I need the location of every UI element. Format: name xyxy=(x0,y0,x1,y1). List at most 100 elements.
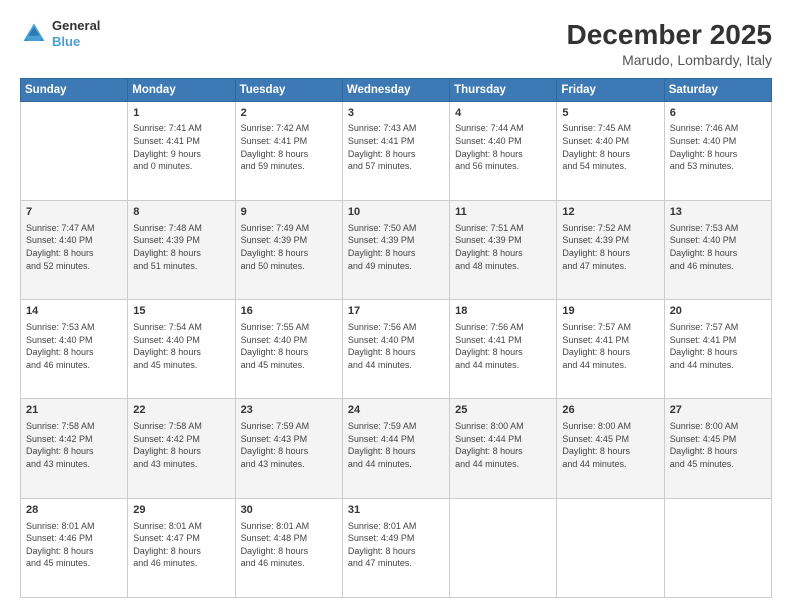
day-cell: 19Sunrise: 7:57 AMSunset: 4:41 PMDayligh… xyxy=(557,300,664,399)
day-number: 21 xyxy=(26,403,122,418)
day-info: Sunrise: 7:49 AMSunset: 4:39 PMDaylight:… xyxy=(241,222,337,272)
day-cell: 11 Sunrise: 7:51 AMSunset: 4:39 PMDayligh… xyxy=(450,200,557,299)
day-cell: 26 Sunrise: 8:00 AMSunset: 4:45 PMDayligh… xyxy=(557,399,664,498)
day-cell: 8Sunrise: 7:48 AMSunset: 4:39 PMDaylight… xyxy=(128,200,235,299)
day-info: Sunrise: 7:56 AMSunset: 4:40 PMDaylight:… xyxy=(348,321,444,371)
day-number: 10 xyxy=(348,205,444,220)
calendar-body: 1Sunrise: 7:41 AMSunset: 4:41 PMDaylight… xyxy=(21,101,772,597)
day-number: 17 xyxy=(348,304,444,319)
column-header-friday: Friday xyxy=(557,78,664,101)
day-info: Sunrise: 8:01 AMSunset: 4:48 PMDaylight:… xyxy=(241,520,337,570)
day-cell: 17 Sunrise: 7:56 AMSunset: 4:40 PMDayligh… xyxy=(342,300,449,399)
week-row-3: 14 Sunrise: 7:53 AMSunset: 4:40 PMDayligh… xyxy=(21,300,772,399)
day-cell: 15 Sunrise: 7:54 AMSunset: 4:40 PMDayligh… xyxy=(128,300,235,399)
day-cell: 31 Sunrise: 8:01 AMSunset: 4:49 PMDayligh… xyxy=(342,498,449,597)
day-info: Sunrise: 8:00 AMSunset: 4:44 PMDaylight:… xyxy=(455,420,551,470)
day-info: Sunrise: 7:43 AMSunset: 4:41 PMDaylight:… xyxy=(348,122,444,172)
week-row-5: 28 Sunrise: 8:01 AMSunset: 4:46 PMDayligh… xyxy=(21,498,772,597)
day-info: Sunrise: 8:01 AMSunset: 4:46 PMDaylight:… xyxy=(26,520,122,570)
day-number: 2 xyxy=(241,106,337,121)
logo-line1: General xyxy=(52,18,100,34)
page: General Blue December 2025 Marudo, Lomba… xyxy=(0,0,792,612)
day-info: Sunrise: 7:51 AMSunset: 4:39 PMDaylight:… xyxy=(455,222,551,272)
day-cell: 7Sunrise: 7:47 AMSunset: 4:40 PMDaylight… xyxy=(21,200,128,299)
day-number: 26 xyxy=(562,403,658,418)
column-header-tuesday: Tuesday xyxy=(235,78,342,101)
day-info: Sunrise: 7:46 AMSunset: 4:40 PMDaylight:… xyxy=(670,122,766,172)
day-number: 28 xyxy=(26,503,122,518)
day-number: 15 xyxy=(133,304,229,319)
day-cell: 22 Sunrise: 7:58 AMSunset: 4:42 PMDayligh… xyxy=(128,399,235,498)
day-number: 14 xyxy=(26,304,122,319)
day-cell: 4Sunrise: 7:44 AMSunset: 4:40 PMDaylight… xyxy=(450,101,557,200)
day-number: 19 xyxy=(562,304,658,319)
day-number: 12 xyxy=(562,205,658,220)
logo: General Blue xyxy=(20,18,100,49)
day-cell: 29 Sunrise: 8:01 AMSunset: 4:47 PMDayligh… xyxy=(128,498,235,597)
main-title: December 2025 xyxy=(567,18,772,52)
day-info: Sunrise: 7:59 AMSunset: 4:44 PMDaylight:… xyxy=(348,420,444,470)
day-number: 3 xyxy=(348,106,444,121)
day-info: Sunrise: 7:55 AMSunset: 4:40 PMDaylight:… xyxy=(241,321,337,371)
day-cell: 2Sunrise: 7:42 AMSunset: 4:41 PMDaylight… xyxy=(235,101,342,200)
day-cell: 9 Sunrise: 7:49 AMSunset: 4:39 PMDaylight… xyxy=(235,200,342,299)
day-info: Sunrise: 7:44 AMSunset: 4:40 PMDaylight:… xyxy=(455,122,551,172)
day-number: 16 xyxy=(241,304,337,319)
week-row-4: 21 Sunrise: 7:58 AMSunset: 4:42 PMDayligh… xyxy=(21,399,772,498)
day-number: 27 xyxy=(670,403,766,418)
day-info: Sunrise: 7:52 AMSunset: 4:39 PMDaylight:… xyxy=(562,222,658,272)
day-info: Sunrise: 7:54 AMSunset: 4:40 PMDaylight:… xyxy=(133,321,229,371)
day-cell: 6Sunrise: 7:46 AMSunset: 4:40 PMDaylight… xyxy=(664,101,771,200)
day-cell: 12 Sunrise: 7:52 AMSunset: 4:39 PMDayligh… xyxy=(557,200,664,299)
logo-text: General Blue xyxy=(52,18,100,49)
day-cell: 23 Sunrise: 7:59 AMSunset: 4:43 PMDayligh… xyxy=(235,399,342,498)
day-number: 5 xyxy=(562,106,658,121)
day-info: Sunrise: 8:01 AMSunset: 4:47 PMDaylight:… xyxy=(133,520,229,570)
day-cell: 24 Sunrise: 7:59 AMSunset: 4:44 PMDayligh… xyxy=(342,399,449,498)
day-number: 7 xyxy=(26,205,122,220)
day-number: 9 xyxy=(241,205,337,220)
week-row-1: 1Sunrise: 7:41 AMSunset: 4:41 PMDaylight… xyxy=(21,101,772,200)
day-number: 11 xyxy=(455,205,551,220)
day-cell: 18 Sunrise: 7:56 AMSunset: 4:41 PMDayligh… xyxy=(450,300,557,399)
title-block: December 2025 Marudo, Lombardy, Italy xyxy=(567,18,772,68)
day-number: 20 xyxy=(670,304,766,319)
day-info: Sunrise: 7:58 AMSunset: 4:42 PMDaylight:… xyxy=(133,420,229,470)
header: General Blue December 2025 Marudo, Lomba… xyxy=(20,18,772,68)
day-info: Sunrise: 7:53 AMSunset: 4:40 PMDaylight:… xyxy=(26,321,122,371)
day-number: 25 xyxy=(455,403,551,418)
day-number: 8 xyxy=(133,205,229,220)
day-cell: 5Sunrise: 7:45 AMSunset: 4:40 PMDaylight… xyxy=(557,101,664,200)
day-number: 4 xyxy=(455,106,551,121)
day-info: Sunrise: 7:41 AMSunset: 4:41 PMDaylight:… xyxy=(133,122,229,172)
day-cell: 16 Sunrise: 7:55 AMSunset: 4:40 PMDayligh… xyxy=(235,300,342,399)
day-cell: 13Sunrise: 7:53 AMSunset: 4:40 PMDayligh… xyxy=(664,200,771,299)
day-number: 24 xyxy=(348,403,444,418)
day-number: 22 xyxy=(133,403,229,418)
logo-line2: Blue xyxy=(52,34,100,50)
day-cell: 10 Sunrise: 7:50 AMSunset: 4:39 PMDayligh… xyxy=(342,200,449,299)
day-info: Sunrise: 8:00 AMSunset: 4:45 PMDaylight:… xyxy=(562,420,658,470)
day-cell: 3Sunrise: 7:43 AMSunset: 4:41 PMDaylight… xyxy=(342,101,449,200)
day-number: 31 xyxy=(348,503,444,518)
week-row-2: 7Sunrise: 7:47 AMSunset: 4:40 PMDaylight… xyxy=(21,200,772,299)
day-info: Sunrise: 7:50 AMSunset: 4:39 PMDaylight:… xyxy=(348,222,444,272)
day-cell: 14 Sunrise: 7:53 AMSunset: 4:40 PMDayligh… xyxy=(21,300,128,399)
day-cell: 25 Sunrise: 8:00 AMSunset: 4:44 PMDayligh… xyxy=(450,399,557,498)
day-info: Sunrise: 7:45 AMSunset: 4:40 PMDaylight:… xyxy=(562,122,658,172)
day-number: 23 xyxy=(241,403,337,418)
day-info: Sunrise: 8:01 AMSunset: 4:49 PMDaylight:… xyxy=(348,520,444,570)
day-number: 6 xyxy=(670,106,766,121)
day-info: Sunrise: 7:56 AMSunset: 4:41 PMDaylight:… xyxy=(455,321,551,371)
day-cell: 30 Sunrise: 8:01 AMSunset: 4:48 PMDayligh… xyxy=(235,498,342,597)
day-info: Sunrise: 7:59 AMSunset: 4:43 PMDaylight:… xyxy=(241,420,337,470)
day-cell xyxy=(21,101,128,200)
day-cell xyxy=(450,498,557,597)
day-number: 30 xyxy=(241,503,337,518)
column-header-saturday: Saturday xyxy=(664,78,771,101)
day-number: 29 xyxy=(133,503,229,518)
day-number: 18 xyxy=(455,304,551,319)
day-info: Sunrise: 7:42 AMSunset: 4:41 PMDaylight:… xyxy=(241,122,337,172)
day-info: Sunrise: 7:57 AMSunset: 4:41 PMDaylight:… xyxy=(670,321,766,371)
calendar-table: SundayMondayTuesdayWednesdayThursdayFrid… xyxy=(20,78,772,598)
